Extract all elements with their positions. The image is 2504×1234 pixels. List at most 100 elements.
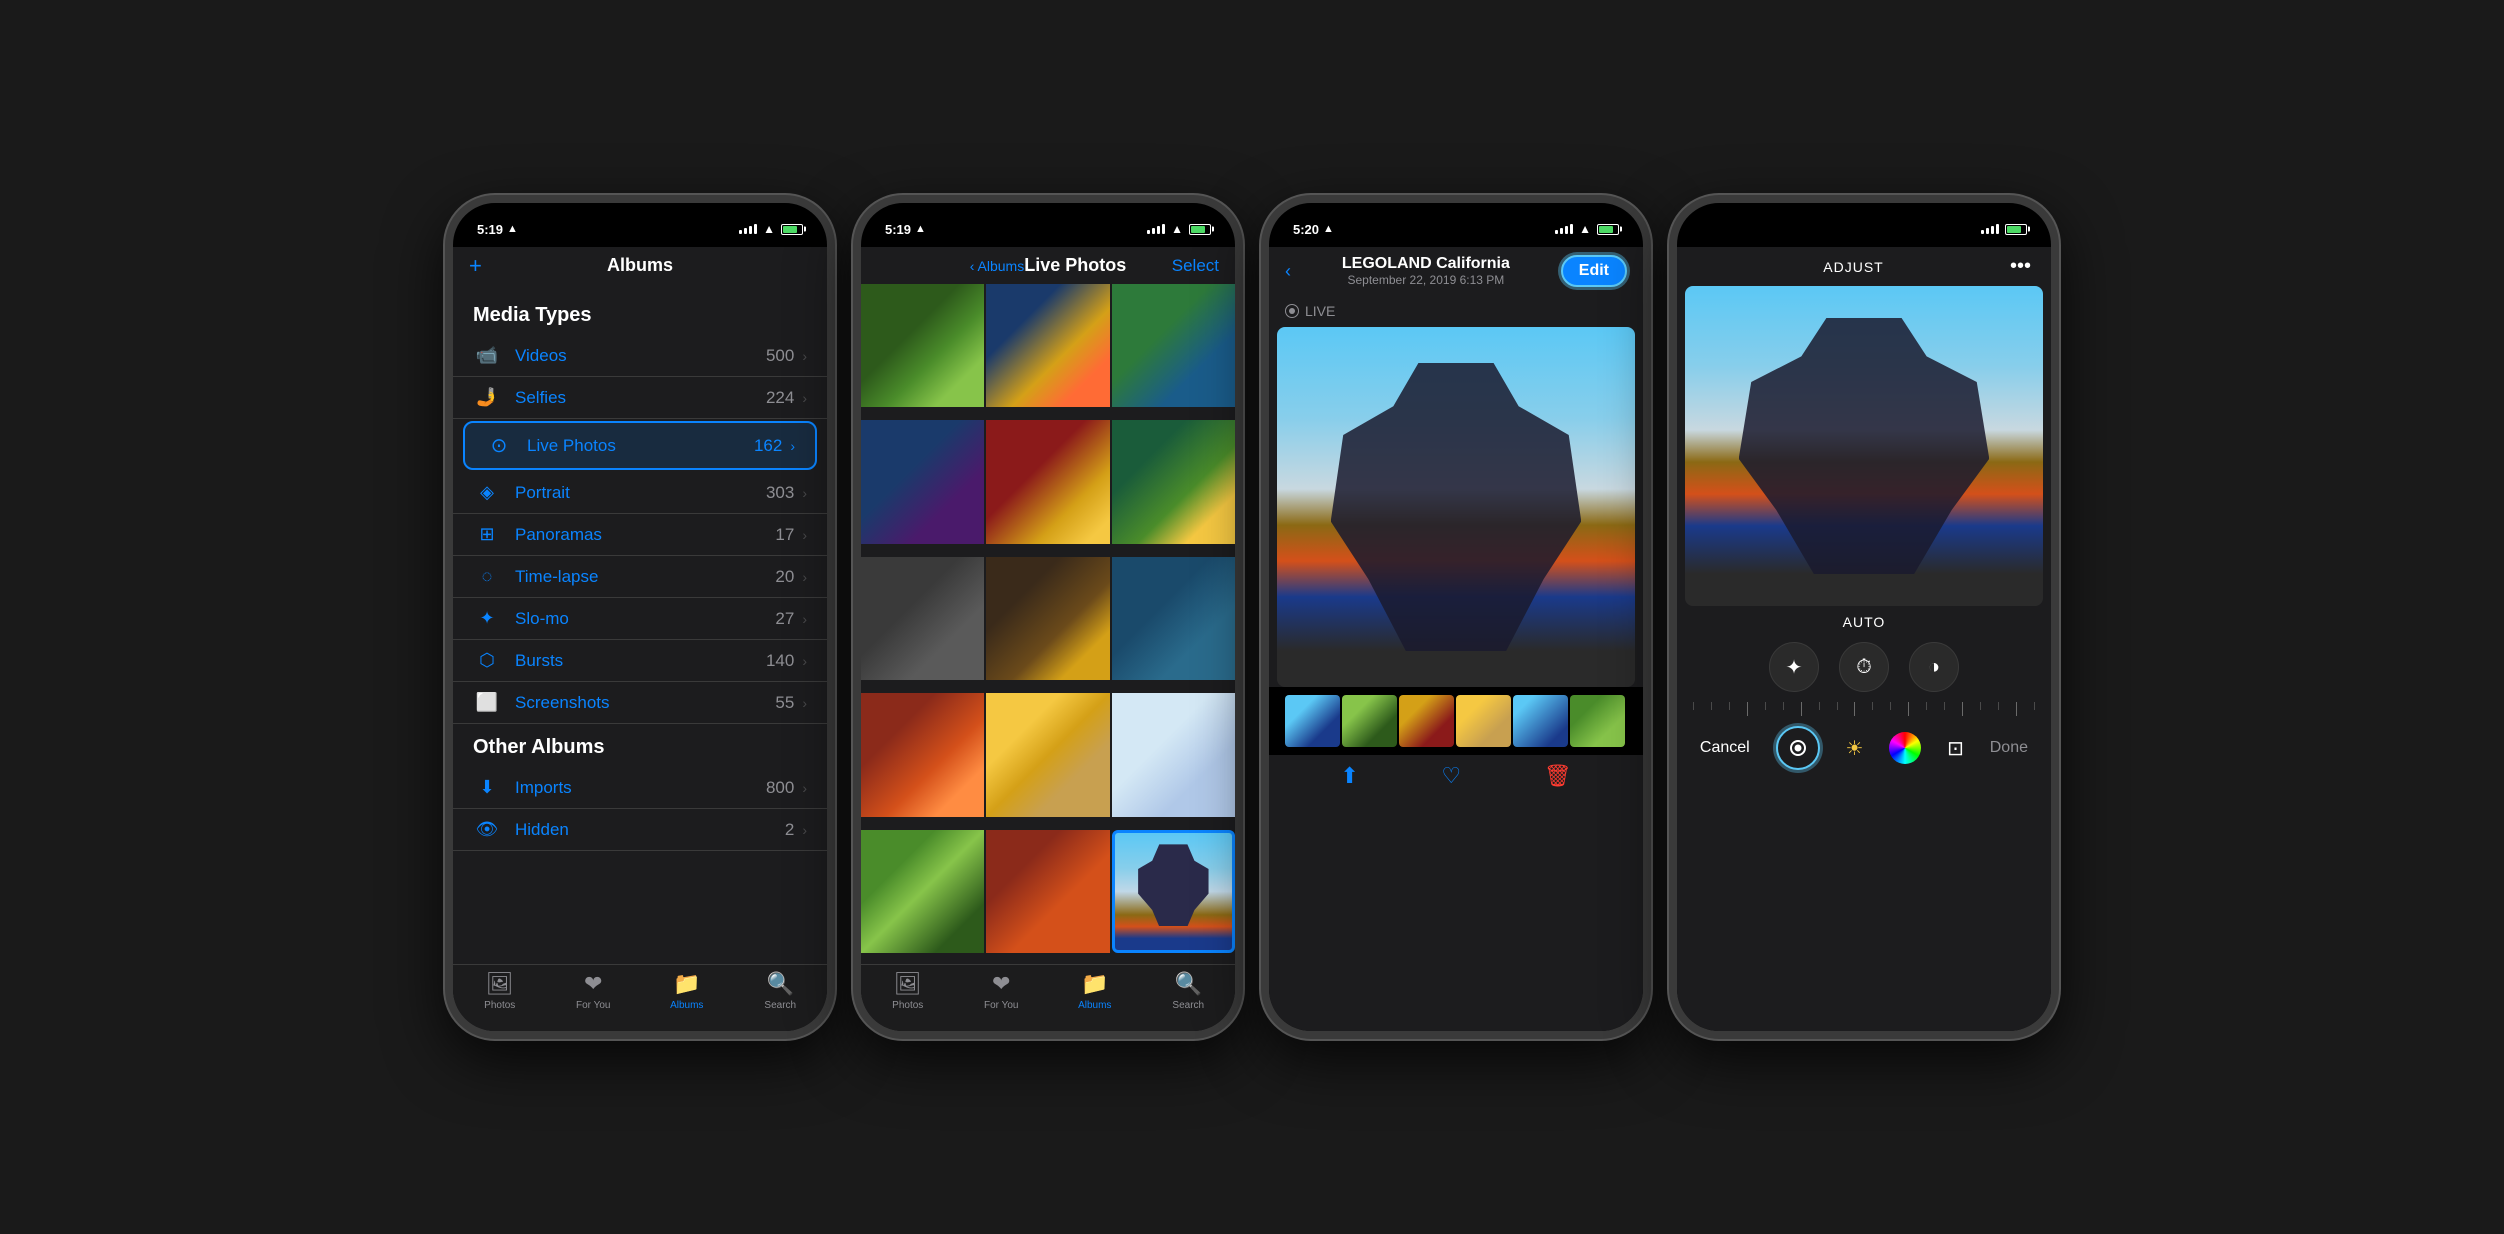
albums-tab-label-1: Albums xyxy=(670,1000,703,1011)
photo-cell-7[interactable] xyxy=(861,557,984,680)
exposure-tool[interactable]: ◑ xyxy=(1909,642,1959,692)
more-options-button[interactable]: ••• xyxy=(2010,255,2031,278)
film-thumb-4[interactable] xyxy=(1456,695,1511,747)
album-live-photos[interactable]: ⊙ Live Photos 162 › xyxy=(463,421,817,470)
album-screenshots[interactable]: ⬜ Screenshots 55 › xyxy=(453,682,827,724)
photo-cell-9[interactable] xyxy=(1112,557,1235,680)
other-albums-header: Other Albums xyxy=(453,724,827,767)
back-to-albums[interactable]: ‹ Albums xyxy=(970,258,1024,274)
photo-cell-2[interactable] xyxy=(986,284,1109,407)
album-timelapse[interactable]: ◌ Time-lapse 20 › xyxy=(453,556,827,598)
done-button[interactable]: Done xyxy=(1990,739,2028,757)
album-bursts[interactable]: ⬡ Bursts 140 › xyxy=(453,640,827,682)
tab-photos-2[interactable]: 🖼 Photos xyxy=(861,971,955,1011)
albums-tab-label-2: Albums xyxy=(1078,1000,1111,1011)
album-hidden[interactable]: 👁 Hidden 2 › xyxy=(453,809,827,851)
wand-icon: ✦ xyxy=(1786,655,1803,680)
edit-button[interactable]: Edit xyxy=(1561,255,1627,287)
search-tab-icon-2: 🔍 xyxy=(1175,971,1202,997)
albums-content: + Albums Media Types 📹 Videos 500 › 🤳 Se… xyxy=(453,247,827,1031)
live-photos-count: 162 xyxy=(754,436,782,456)
add-button[interactable]: + xyxy=(469,253,482,279)
album-slomo[interactable]: ✦ Slo-mo 27 › xyxy=(453,598,827,640)
live-circle-icon xyxy=(1285,304,1299,318)
photo-cell-14[interactable] xyxy=(986,830,1109,953)
edit-main-photo[interactable] xyxy=(1685,286,2043,606)
tab-bar-2: 🖼 Photos ❤ For You 📁 Albums 🔍 Search xyxy=(861,964,1235,1031)
bursts-icon: ⬡ xyxy=(473,650,501,671)
photo-cell-10[interactable] xyxy=(861,693,984,816)
tab-albums-2[interactable]: 📁 Albums xyxy=(1048,971,1142,1011)
photo-toolbar: ⬆ ♡ 🗑 xyxy=(1269,755,1643,793)
photo-cell-5[interactable] xyxy=(986,420,1109,543)
photo-cell-3[interactable] xyxy=(1112,284,1235,407)
albums-scroll[interactable]: Media Types 📹 Videos 500 › 🤳 Selfies 224… xyxy=(453,284,827,964)
phone-photo-view: 5:20 ▲ ▲ ‹ LEGOLAND Californ xyxy=(1261,195,1651,1039)
auto-label: AUTO xyxy=(1677,606,2051,634)
tab-foryou-2[interactable]: ❤ For You xyxy=(955,971,1049,1011)
search-tab-label-2: Search xyxy=(1172,1000,1204,1011)
select-button[interactable]: Select xyxy=(1172,256,1219,276)
bursts-count: 140 xyxy=(766,651,794,671)
photo-cell-13[interactable] xyxy=(861,830,984,953)
status-right-3: ▲ xyxy=(1555,222,1619,236)
signal-4 xyxy=(1981,224,1999,234)
portrait-icon: ◈ xyxy=(473,482,501,503)
albums-tab-icon-2: 📁 xyxy=(1081,971,1108,997)
album-panoramas[interactable]: ⊞ Panoramas 17 › xyxy=(453,514,827,556)
live-photos-grid[interactable] xyxy=(861,284,1235,964)
photo-cell-1[interactable] xyxy=(861,284,984,407)
color-wheel-button[interactable] xyxy=(1889,732,1921,764)
battery-2 xyxy=(1189,224,1211,235)
tab-albums-1[interactable]: 📁 Albums xyxy=(640,971,734,1011)
timelapse-label: Time-lapse xyxy=(515,567,775,587)
photo-cell-12[interactable] xyxy=(1112,693,1235,816)
delete-button[interactable]: 🗑 xyxy=(1544,763,1572,789)
status-right-4 xyxy=(1981,224,2027,235)
adjust-content: ADJUST ••• AUTO ✦ ⏱ ◑ xyxy=(1677,247,2051,1031)
crop-button[interactable]: ⊡ xyxy=(1947,736,1964,761)
phone-adjust: 5:20 ADJUST ••• xyxy=(1669,195,2059,1039)
timelapse-icon: ◌ xyxy=(473,566,501,587)
tab-foryou-1[interactable]: ❤ For You xyxy=(547,971,641,1011)
timer-tool[interactable]: ⏱ xyxy=(1839,642,1889,692)
film-thumb-5[interactable] xyxy=(1513,695,1568,747)
tab-photos-1[interactable]: 🖼 Photos xyxy=(453,971,547,1011)
photo-cell-15-selected[interactable] xyxy=(1112,830,1235,953)
timer-icon: ⏱ xyxy=(1856,656,1872,679)
live-badge: LIVE xyxy=(1269,295,1643,327)
film-thumb-3[interactable] xyxy=(1399,695,1454,747)
phone-live-photos: 5:19 ▲ ▲ ‹ Albums Live Photos S xyxy=(853,195,1243,1039)
album-selfies[interactable]: 🤳 Selfies 224 › xyxy=(453,377,827,419)
cancel-edit-button[interactable]: Cancel xyxy=(1700,739,1750,757)
photo-cell-11[interactable] xyxy=(986,693,1109,816)
photo-cell-8[interactable] xyxy=(986,557,1109,680)
screenshots-label: Screenshots xyxy=(515,693,775,713)
favorite-button[interactable]: ♡ xyxy=(1441,763,1461,789)
notch-4 xyxy=(1789,203,1939,231)
timelapse-count: 20 xyxy=(775,567,794,587)
album-portrait[interactable]: ◈ Portrait 303 › xyxy=(453,472,827,514)
tab-search-1[interactable]: 🔍 Search xyxy=(734,971,828,1011)
film-thumb-2[interactable] xyxy=(1342,695,1397,747)
albums-nav-header: + Albums xyxy=(453,247,827,284)
photo-cell-4[interactable] xyxy=(861,420,984,543)
albums-tab-icon-1: 📁 xyxy=(673,971,700,997)
live-photo-button[interactable] xyxy=(1776,726,1820,770)
album-videos[interactable]: 📹 Videos 500 › xyxy=(453,335,827,377)
film-thumb-1[interactable] xyxy=(1285,695,1340,747)
filmstrip-row xyxy=(1277,691,1635,751)
tab-search-2[interactable]: 🔍 Search xyxy=(1142,971,1236,1011)
album-imports[interactable]: ⬇ Imports 800 › xyxy=(453,767,827,809)
photo-cell-6[interactable] xyxy=(1112,420,1235,543)
time-2: 5:19 xyxy=(885,222,911,237)
panoramas-count: 17 xyxy=(775,525,794,545)
main-photo[interactable] xyxy=(1277,327,1635,687)
film-thumb-6[interactable] xyxy=(1570,695,1625,747)
battery-4 xyxy=(2005,224,2027,235)
screenshots-icon: ⬜ xyxy=(473,692,501,713)
battery-3 xyxy=(1597,224,1619,235)
share-button[interactable]: ⬆ xyxy=(1340,763,1358,789)
brightness-button[interactable]: ☀ xyxy=(1845,736,1863,761)
wand-tool[interactable]: ✦ xyxy=(1769,642,1819,692)
